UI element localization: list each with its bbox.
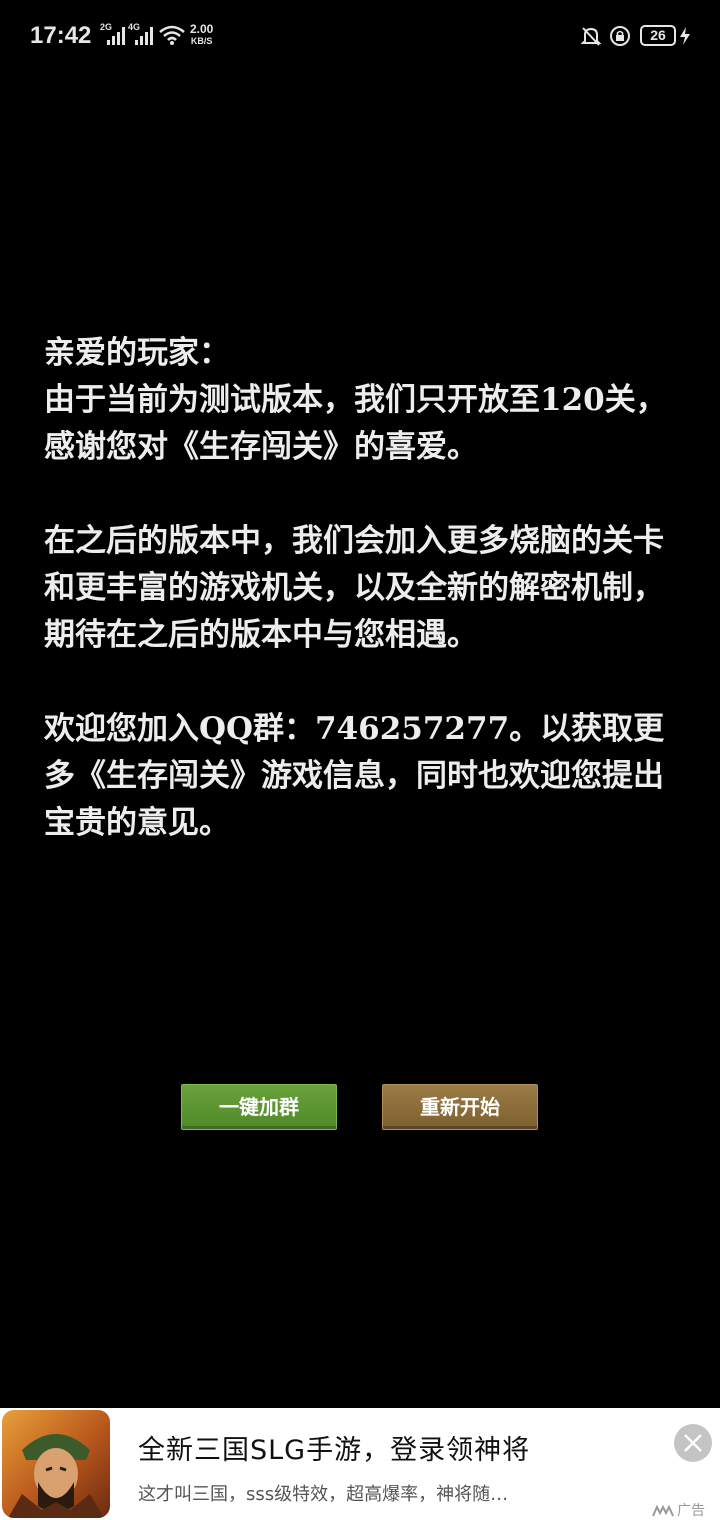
wifi-icon [159,25,185,45]
message-paragraph-2: 在之后的版本中，我们会加入更多烧脑的关卡和更丰富的游戏机关，以及全新的解密机制，… [44,523,664,653]
ad-close-button[interactable] [674,1424,712,1462]
signal-icon: 2G [100,22,128,48]
ad-title[interactable]: 全新三国SLG手游，登录领神将 [138,1428,530,1467]
message-paragraph-1: 由于当前为测试版本，我们只开放至120关，感谢您对《生存闯关》的喜爱。 [44,382,667,465]
tester-message: 亲爱的玩家： 由于当前为测试版本，我们只开放至120关，感谢您对《生存闯关》的喜… [44,330,684,847]
rotation-lock-icon [610,26,630,46]
status-bar: 17:42 2G 4G 2.00 KB/S 26 [0,0,720,72]
join-group-button[interactable]: 一键加群 [181,1084,337,1130]
ad-marker: 广告 [652,1500,705,1520]
ad-banner[interactable]: 全新三国SLG手游，登录领神将 这才叫三国，sss级特效，超高爆率，神将随… 广… [0,1408,720,1520]
message-paragraph-3: 欢迎您加入QQ群：746257277。以获取更多《生存闯关》游戏信息，同时也欢迎… [44,711,665,841]
ad-description[interactable]: 这才叫三国，sss级特效，超高爆率，神将随… [138,1480,608,1506]
status-time: 17:42 [30,22,92,49]
signal-icon: 4G [128,22,156,48]
battery-icon: 26 [640,25,676,46]
restart-button[interactable]: 重新开始 [382,1084,538,1130]
network-speed: 2.00 KB/S [190,22,214,46]
close-icon [684,1434,702,1452]
ad-game-thumbnail[interactable] [2,1410,110,1518]
charging-icon [680,27,690,45]
game-screen: 17:42 2G 4G 2.00 KB/S 26 亲爱的玩家： 由于当前为测试版… [0,0,720,1520]
message-greeting: 亲爱的玩家： [44,335,230,371]
ad-network-logo-icon [652,1505,674,1517]
bell-muted-icon [580,27,602,46]
